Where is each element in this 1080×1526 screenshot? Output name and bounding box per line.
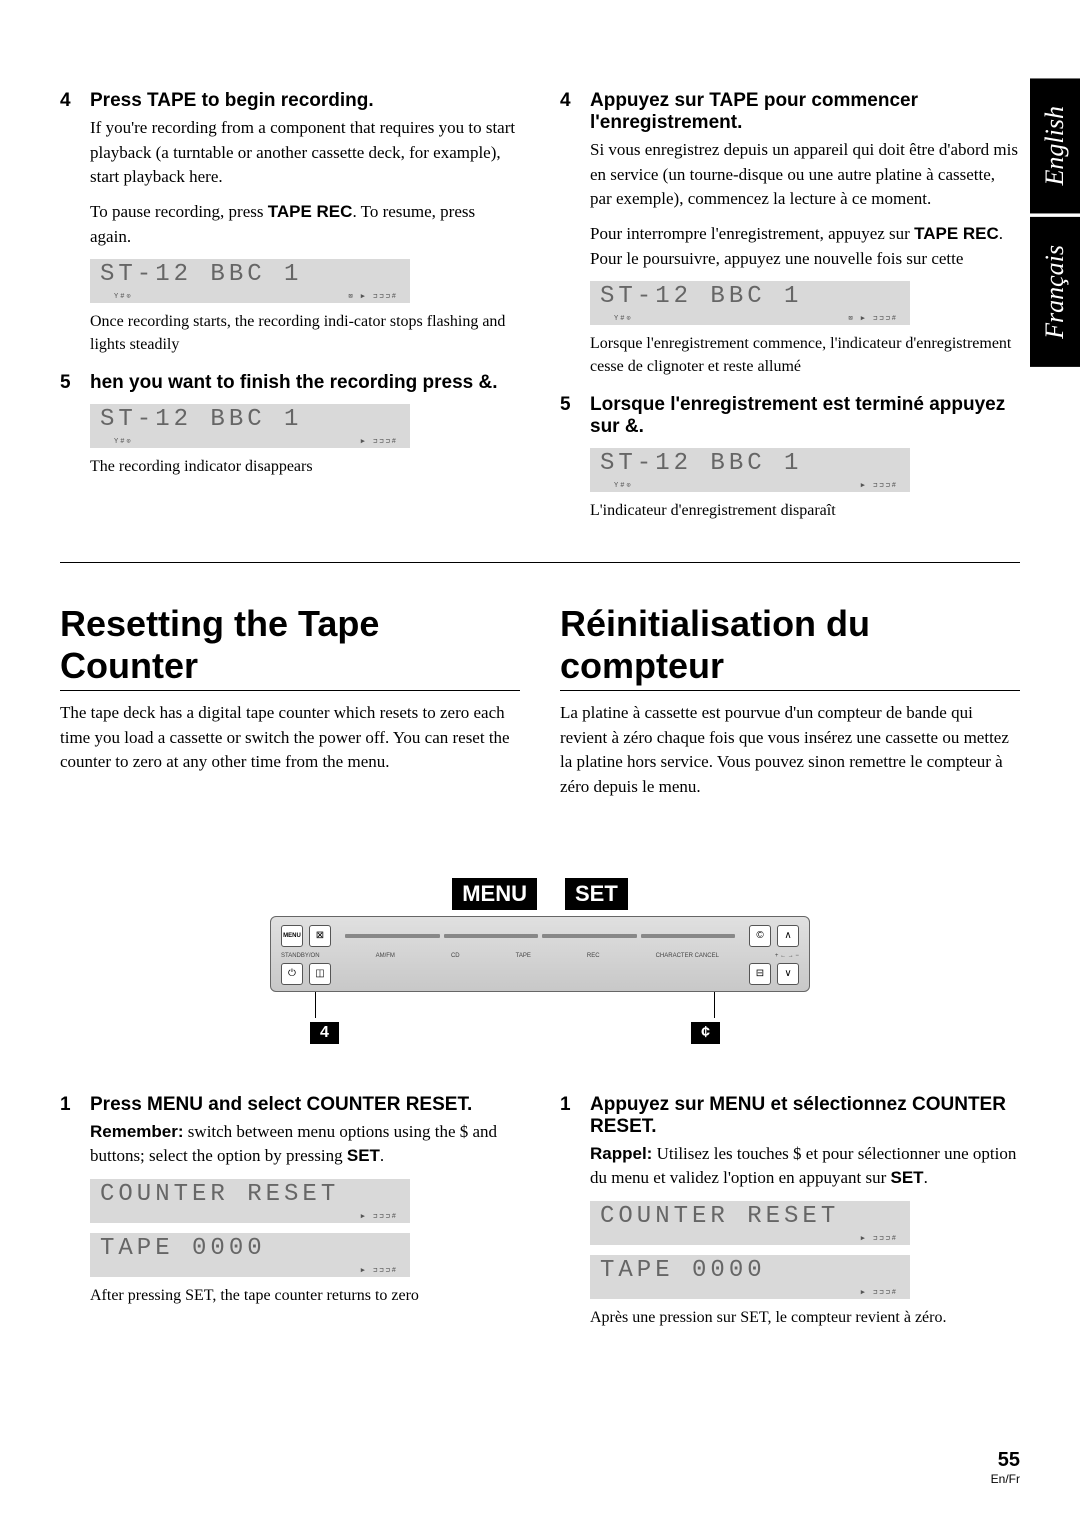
step-number: 4 — [560, 90, 576, 134]
lcd-display: ST-12 BBC 1 Y#⊙⊠ ▶ ⊐⊐⊐# — [590, 281, 910, 325]
step-number: 1 — [60, 1094, 76, 1116]
device-button: ◫ — [309, 963, 331, 985]
col-english: 4 Press TAPE to begin recording. If you'… — [60, 90, 520, 538]
step-number: 5 — [60, 372, 76, 394]
step-body-text: To pause recording, press TAPE REC. To r… — [90, 200, 520, 249]
device-c-button: © — [749, 925, 771, 947]
lcd-display: COUNTER RESET ▶ ⊐⊐⊐# — [590, 1201, 910, 1245]
lcd-display: TAPE 0000 ▶ ⊐⊐⊐# — [90, 1233, 410, 1277]
lower-columns: 1 Press MENU and select COUNTER RESET. R… — [60, 1094, 1020, 1346]
page-lang: En/Fr — [991, 1472, 1020, 1486]
step-4-fr: 4 Appuyez sur TAPE pour commencer l'enre… — [560, 90, 1020, 378]
step-1b-en: 1 Press MENU and select COUNTER RESET. R… — [60, 1094, 520, 1308]
device-menu-button: MENU — [281, 925, 303, 947]
step-body-text: Remember: switch between menu options us… — [90, 1120, 520, 1169]
page-footer: 55 En/Fr — [991, 1449, 1020, 1486]
step-5-en: 5 hen you want to finish the recording p… — [60, 372, 520, 478]
col-french-title: Réinitialisation du compteur La platine … — [560, 603, 1020, 817]
step-number: 5 — [560, 394, 576, 438]
device-down-button: ∨ — [777, 963, 799, 985]
col-english-title: Resetting the Tape Counter The tape deck… — [60, 603, 520, 817]
lcd-display: ST-12 BBC 1 Y#⊙▶ ⊐⊐⊐# — [90, 404, 410, 448]
device-screen — [345, 928, 735, 944]
upper-columns: 4 Press TAPE to begin recording. If you'… — [60, 90, 1020, 538]
step-4-en: 4 Press TAPE to begin recording. If you'… — [60, 90, 520, 356]
step-number: 4 — [60, 90, 76, 112]
col-french: 4 Appuyez sur TAPE pour commencer l'enre… — [560, 90, 1020, 538]
pointer-label-4: 4 — [310, 1022, 339, 1044]
lang-tab-francais: Français — [1030, 217, 1080, 367]
section-title-en: Resetting the Tape Counter — [60, 603, 520, 691]
device-button: ⊠ — [309, 925, 331, 947]
lcd-caption: Après une pression sur SET, le compteur … — [560, 1307, 1020, 1329]
lcd-display: ST-12 BBC 1 Y#⊙▶ ⊐⊐⊐# — [590, 448, 910, 492]
lcd-caption: Once recording starts, the recording ind… — [60, 311, 520, 356]
step-5-fr: 5 Lorsque l'enregistrement est terminé a… — [560, 394, 1020, 522]
step-number: 1 — [560, 1094, 576, 1138]
device-labels-row: STANDBY/ONAM/FMCDTAPERECCHARACTER CANCEL… — [281, 953, 799, 959]
step-title: Lorsque l'enregistrement est terminé app… — [590, 394, 1020, 438]
section-title-columns: Resetting the Tape Counter The tape deck… — [60, 603, 1020, 817]
step-title: hen you want to finish the recording pre… — [90, 372, 498, 394]
pointer-lines — [270, 992, 810, 1018]
step-title: Press MENU and select COUNTER RESET. — [90, 1094, 472, 1116]
section-intro-en: The tape deck has a digital tape counter… — [60, 701, 520, 775]
step-body-text: Pour interrompre l'enregistrement, appuy… — [590, 222, 1020, 271]
lcd-caption: Lorsque l'enregistrement commence, l'ind… — [560, 333, 1020, 378]
lang-tab-english: English — [1030, 78, 1080, 213]
device-button: ⊟ — [749, 963, 771, 985]
device-power-button: ⏻ — [281, 963, 303, 985]
step-title: Press TAPE to begin recording. — [90, 90, 374, 112]
step-title: Appuyez sur TAPE pour commencer l'enregi… — [590, 90, 1020, 134]
col-english-lower: 1 Press MENU and select COUNTER RESET. R… — [60, 1094, 520, 1346]
lcd-display: ST-12 BBC 1 Y#⊙⊠ ▶ ⊐⊐⊐# — [90, 259, 410, 303]
lcd-caption: L'indicateur d'enregistrement disparaît — [560, 500, 1020, 522]
step-body-text: Rappel: Utilisez les touches $ et pour s… — [590, 1142, 1020, 1191]
lcd-caption: After pressing SET, the tape counter ret… — [60, 1285, 520, 1307]
col-french-lower: 1 Appuyez sur MENU et sélectionnez COUNT… — [560, 1094, 1020, 1346]
lcd-display: COUNTER RESET ▶ ⊐⊐⊐# — [90, 1179, 410, 1223]
step-body-text: If you're recording from a component tha… — [90, 116, 520, 190]
device-illustration: MENU ⊠ © ∧ STANDBY/ONAM/FMCDTAPERECCHARA… — [270, 916, 810, 1044]
step-title: Appuyez sur MENU et sélectionnez COUNTER… — [590, 1094, 1020, 1138]
device-up-button: ∧ — [777, 925, 799, 947]
section-intro-fr: La platine à cassette est pourvue d'un c… — [560, 701, 1020, 800]
page-number: 55 — [991, 1449, 1020, 1472]
pointer-label-c: ¢ — [691, 1022, 720, 1044]
language-tabs: English Français — [1030, 78, 1080, 371]
menu-set-labels: MENU SET — [60, 878, 1020, 910]
lcd-caption: The recording indicator disappears — [60, 456, 520, 478]
step-body-text: Si vous enregistrez depuis un appareil q… — [590, 138, 1020, 212]
menu-label: MENU — [452, 878, 537, 910]
lcd-display: TAPE 0000 ▶ ⊐⊐⊐# — [590, 1255, 910, 1299]
set-label: SET — [565, 878, 628, 910]
section-title-fr: Réinitialisation du compteur — [560, 603, 1020, 691]
step-1b-fr: 1 Appuyez sur MENU et sélectionnez COUNT… — [560, 1094, 1020, 1330]
pointer-labels: 4 ¢ — [270, 1022, 810, 1044]
section-divider — [60, 562, 1020, 563]
